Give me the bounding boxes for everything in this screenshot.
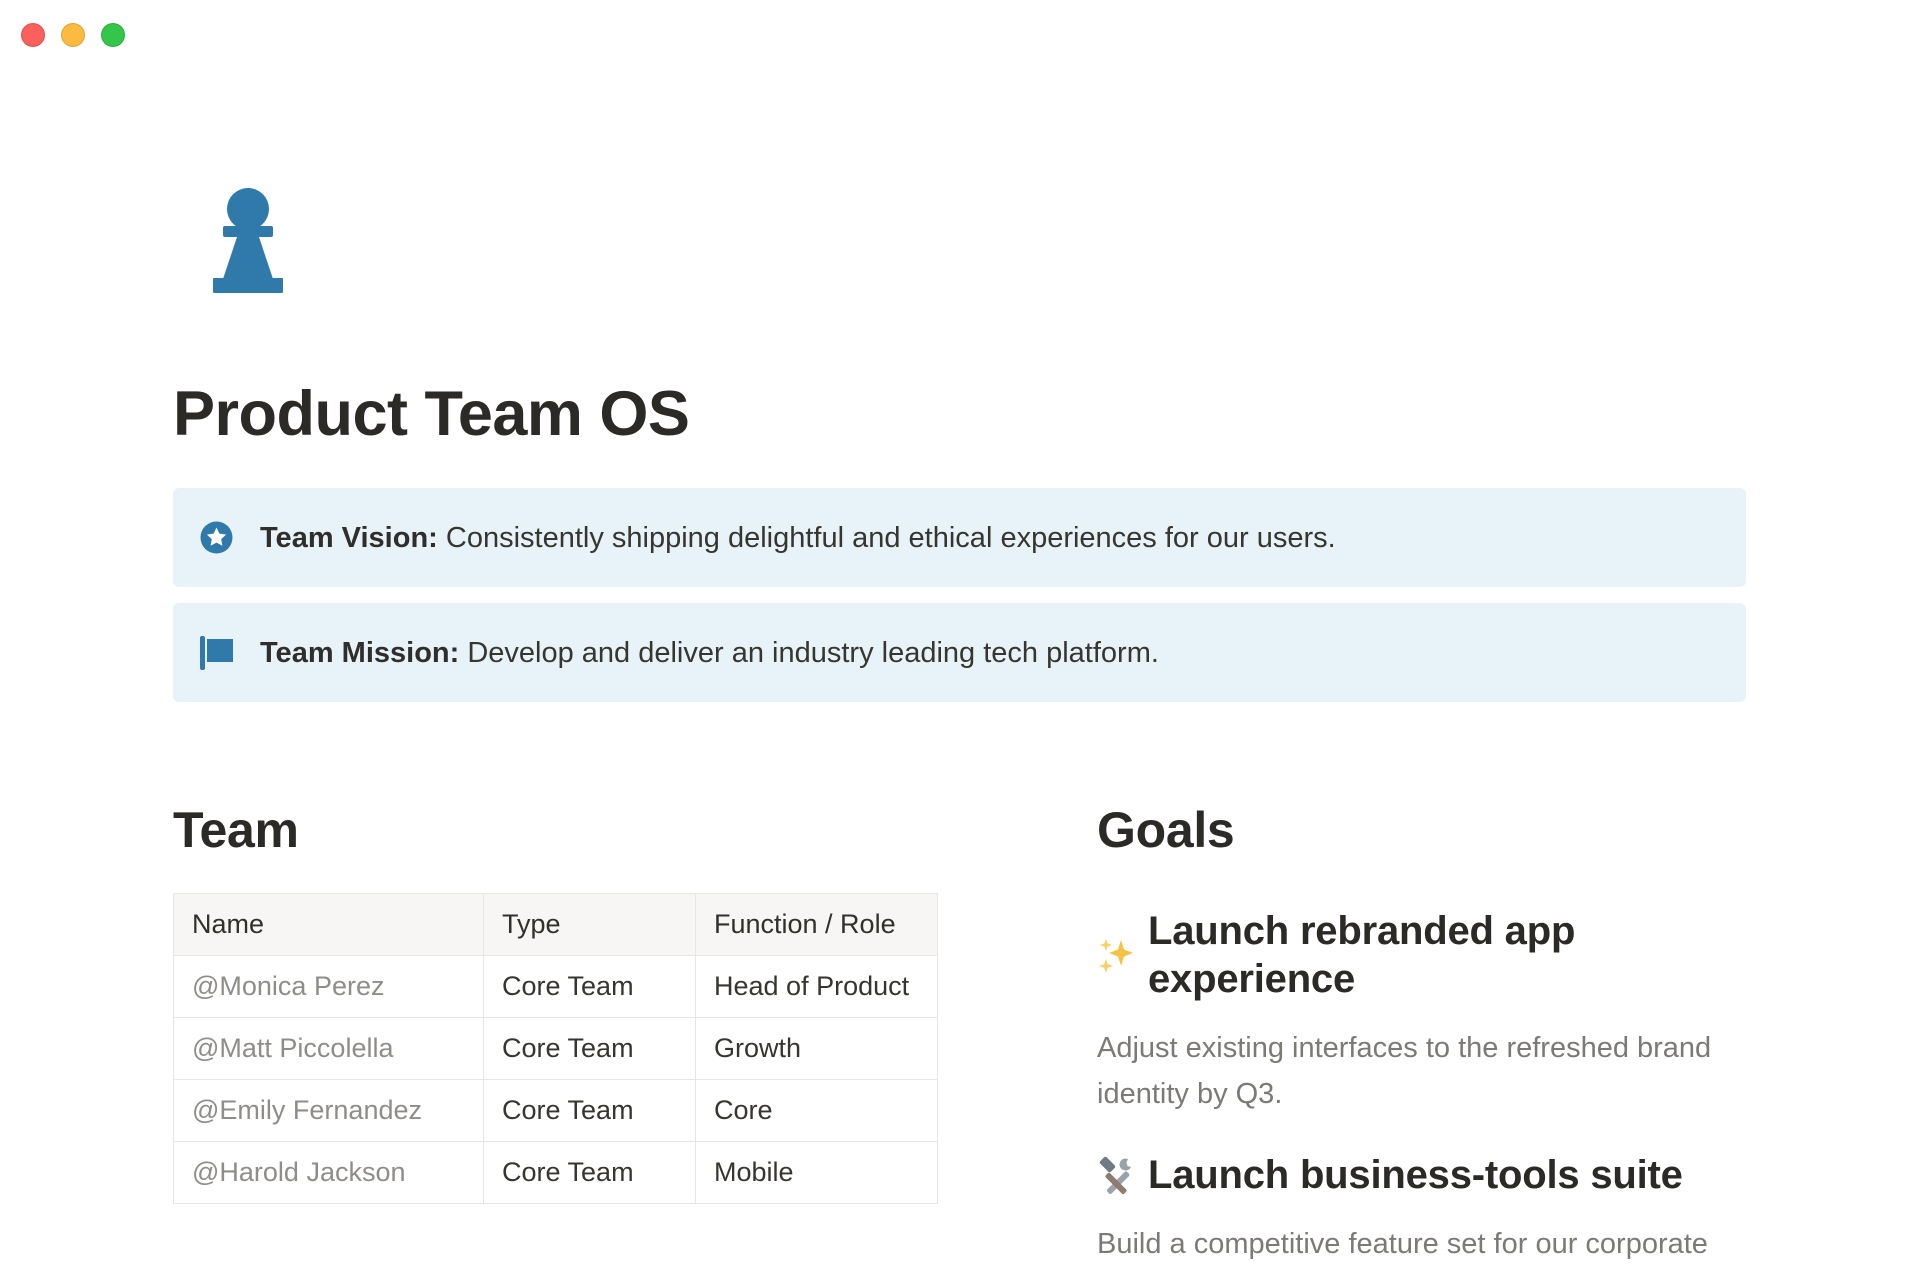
column-header-name[interactable]: Name [174,894,484,956]
person-mention[interactable]: @Matt Piccolella [174,1018,484,1080]
cell-role[interactable]: Mobile [696,1142,938,1204]
person-mention[interactable]: @Monica Perez [174,956,484,1018]
callout-label: Team Mission: [260,637,459,669]
team-table: Name Type Function / Role @Monica Perez … [173,893,938,1204]
sparkles-icon [1097,936,1135,974]
callout-body: Develop and deliver an industry leading … [459,637,1159,669]
notion-page: Product Team OS Team Vision: Consistentl… [173,0,1746,1267]
zoom-button[interactable] [101,23,125,47]
cell-type[interactable]: Core Team [484,1142,696,1204]
window-controls [21,23,125,47]
team-section: Team Name Type Function / Role @Monica P… [173,800,937,1267]
team-heading[interactable]: Team [173,800,937,860]
cell-type[interactable]: Core Team [484,956,696,1018]
goal-description[interactable]: Adjust existing interfaces to the refres… [1097,1025,1737,1117]
column-header-role[interactable]: Function / Role [696,894,938,956]
page-title[interactable]: Product Team OS [173,376,1746,452]
callout-team-vision[interactable]: Team Vision: Consistently shipping delig… [173,488,1746,587]
cell-role[interactable]: Growth [696,1018,938,1080]
table-header-row: Name Type Function / Role [174,894,938,956]
callout-text: Team Vision: Consistently shipping delig… [260,519,1336,557]
person-mention[interactable]: @Harold Jackson [174,1142,484,1204]
flag-icon [200,636,233,670]
goal-title-text: Launch business-tools suite [1148,1151,1683,1199]
goal-description[interactable]: Build a competitive feature set for our … [1097,1221,1737,1267]
cell-role[interactable]: Core [696,1080,938,1142]
table-row: @Harold Jackson Core Team Mobile [174,1142,938,1204]
column-header-type[interactable]: Type [484,894,696,956]
callout-body: Consistently shipping delightful and eth… [438,522,1336,554]
goal-item[interactable]: Launch business-tools suite Build a comp… [1097,1151,1746,1267]
table-row: @Matt Piccolella Core Team Growth [174,1018,938,1080]
table-row: @Monica Perez Core Team Head of Product [174,956,938,1018]
callout-team-mission[interactable]: Team Mission: Develop and deliver an ind… [173,603,1746,702]
goals-section: Goals Launch rebranded app experience Ad… [1097,800,1746,1267]
cell-role[interactable]: Head of Product [696,956,938,1018]
goal-title-text: Launch rebranded app experience [1148,907,1746,1003]
close-button[interactable] [21,23,45,47]
pawn-icon[interactable] [206,186,290,293]
star-circle-icon [200,521,233,555]
callout-label: Team Vision: [260,522,438,554]
hammer-wrench-icon [1097,1156,1135,1194]
cell-type[interactable]: Core Team [484,1080,696,1142]
minimize-button[interactable] [61,23,85,47]
person-mention[interactable]: @Emily Fernandez [174,1080,484,1142]
goals-heading[interactable]: Goals [1097,800,1746,860]
table-row: @Emily Fernandez Core Team Core [174,1080,938,1142]
goal-item[interactable]: Launch rebranded app experience Adjust e… [1097,907,1746,1117]
cell-type[interactable]: Core Team [484,1018,696,1080]
callout-text: Team Mission: Develop and deliver an ind… [260,634,1159,672]
